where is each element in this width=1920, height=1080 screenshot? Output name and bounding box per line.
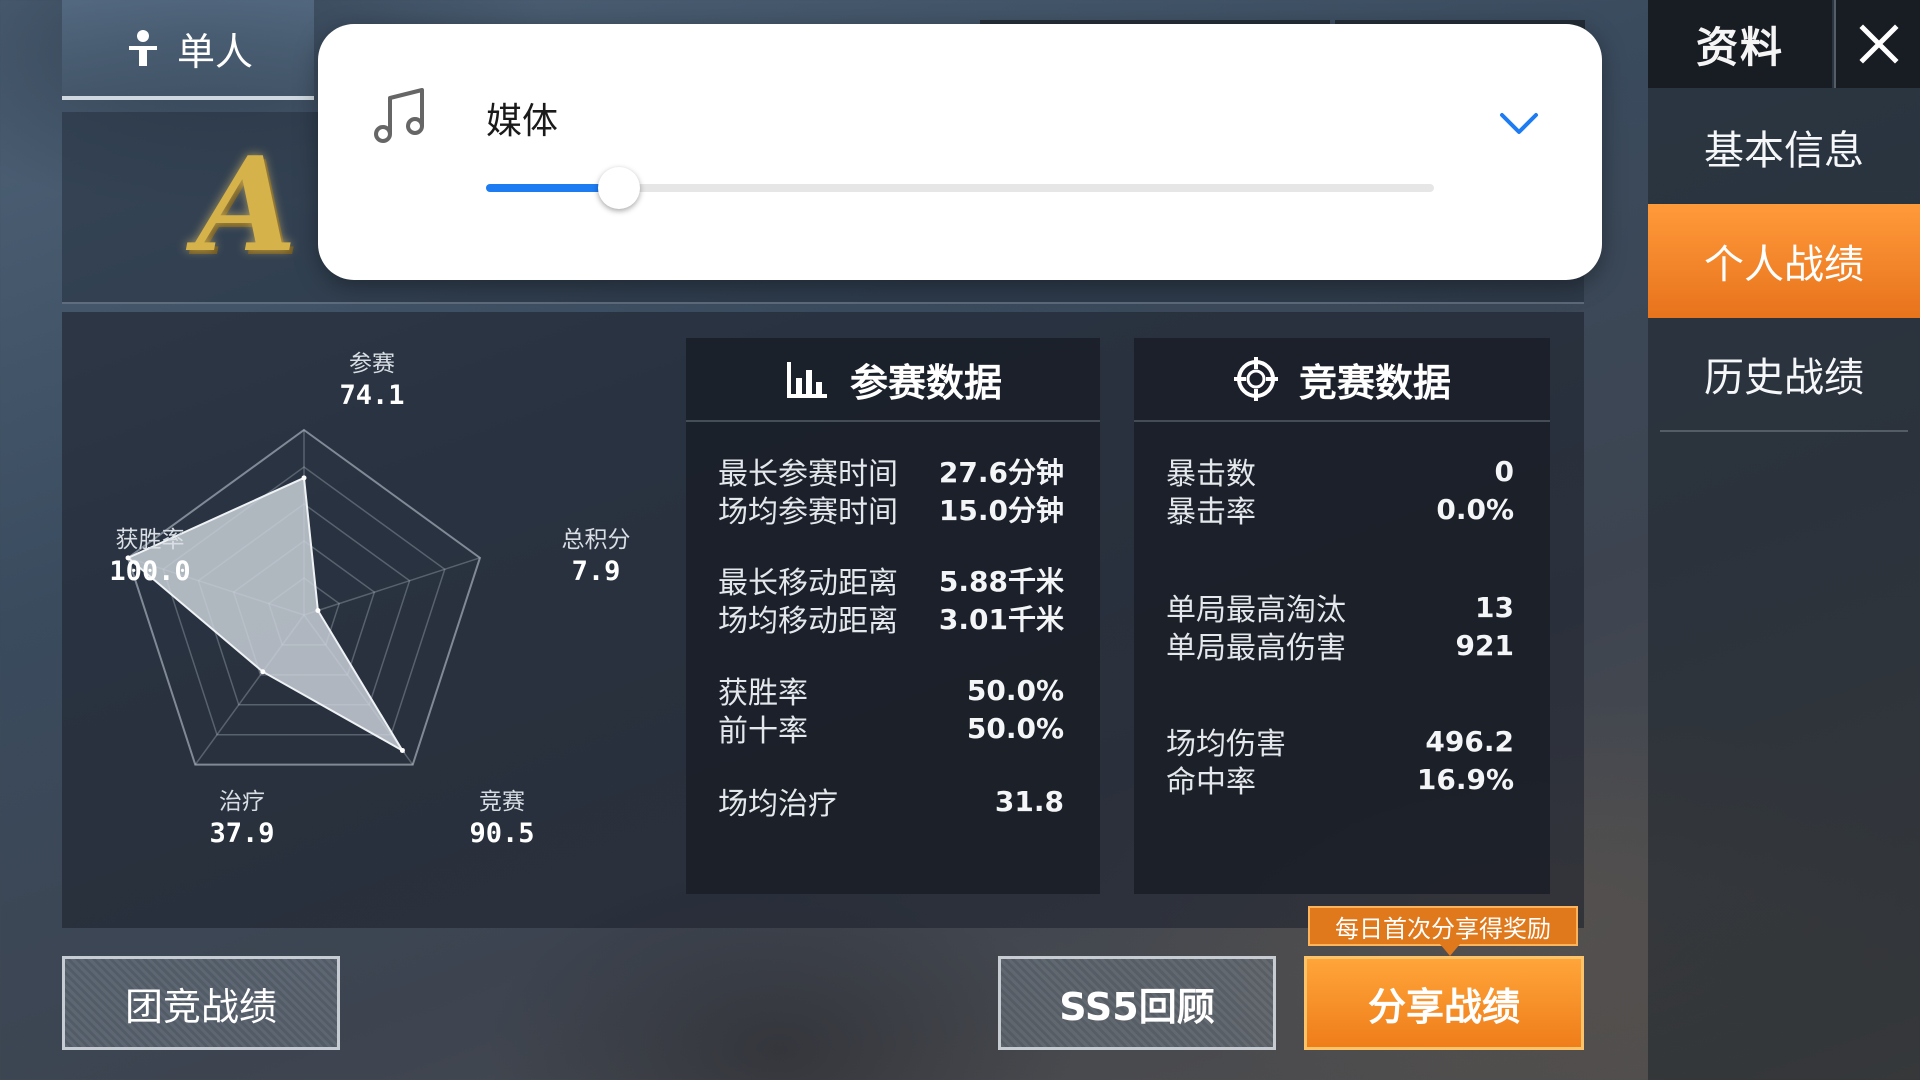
radar-label-win-rate: 获胜率 100.0 — [109, 527, 191, 587]
radar-point — [399, 747, 405, 753]
radar-point — [315, 607, 321, 613]
radar-label-healing: 治疗 37.9 — [209, 789, 275, 849]
stat-row: 场均参赛时间 15.0分钟 — [718, 494, 1064, 530]
close-icon — [1859, 24, 1899, 64]
stat-row: 场均伤害 496.2 — [1166, 724, 1514, 763]
participation-title: 参赛数据 — [849, 360, 1002, 405]
stat-row: 命中率 16.9% — [1166, 762, 1514, 801]
season-review-button[interactable]: SS5回顾 — [998, 956, 1276, 1050]
radar-point — [260, 669, 266, 675]
tab-solo[interactable]: 单人 — [62, 0, 314, 100]
radar-label-total-score: 总积分 7.9 — [561, 527, 631, 587]
stat-row: 最长移动距离 5.88千米 — [718, 565, 1064, 601]
side-item-personal-stats[interactable]: 个人战绩 — [1648, 204, 1920, 318]
stat-row: 暴击率 0.0% — [1166, 492, 1514, 531]
person-icon — [128, 30, 157, 66]
volume-slider[interactable] — [486, 167, 1434, 209]
team-stats-button[interactable]: 团竞战绩 — [62, 956, 340, 1050]
share-stats-button[interactable]: 分享战绩 — [1304, 956, 1584, 1050]
chevron-down-icon[interactable] — [1496, 100, 1542, 146]
stat-row: 暴击数 0 — [1166, 454, 1514, 493]
tab-solo-label: 单人 — [176, 29, 253, 74]
radar-data-area — [126, 476, 406, 754]
close-button[interactable] — [1834, 0, 1920, 88]
volume-slider-thumb[interactable] — [597, 167, 640, 209]
stat-row: 场均治疗 31.8 — [718, 784, 1064, 823]
side-menu-title: 资料 — [1648, 0, 1832, 88]
crosshair-icon — [1233, 357, 1278, 401]
stat-row: 单局最高伤害 921 — [1166, 628, 1514, 667]
music-note-icon — [374, 88, 424, 143]
competition-card: 竞赛数据 暴击数 0 暴击率 0.0% 单局最高淘汰 13 单局最高伤害 921 场均伤… — [1134, 338, 1550, 894]
bar-chart-icon — [786, 362, 827, 398]
radar-chart: 参赛 74.1 总积分 7.9 竞赛 90.5 治疗 37.9 获胜率 100.0 — [62, 312, 682, 928]
share-reward-tip: 每日首次分享得奖励 — [1308, 906, 1578, 956]
rank-badge: A — [196, 128, 297, 281]
volume-label: 媒体 — [486, 101, 559, 142]
side-item-history[interactable]: 历史战绩 — [1660, 318, 1908, 432]
participation-card: 参赛数据 最长参赛时间 27.6分钟 场均参赛时间 15.0分钟 最长移动距离 5.8… — [686, 338, 1100, 894]
competition-header: 竞赛数据 — [1134, 338, 1550, 422]
radar-point — [301, 475, 307, 481]
radar-spoke — [303, 557, 481, 616]
stat-row: 单局最高淘汰 13 — [1166, 590, 1514, 629]
stat-row: 场均移动距离 3.01千米 — [718, 603, 1064, 639]
competition-title: 竞赛数据 — [1298, 360, 1451, 405]
stat-row: 最长参赛时间 27.6分钟 — [718, 456, 1064, 492]
participation-header: 参赛数据 — [686, 338, 1100, 422]
stat-row: 前十率 50.0% — [718, 711, 1064, 750]
volume-popup: 媒体 — [318, 24, 1602, 280]
radar-label-participation: 参赛 74.1 — [339, 351, 405, 411]
radar-label-competition: 竞赛 90.5 — [469, 789, 535, 849]
stat-row: 获胜率 50.0% — [718, 673, 1064, 712]
side-item-basic-info[interactable]: 基本信息 — [1648, 90, 1920, 204]
